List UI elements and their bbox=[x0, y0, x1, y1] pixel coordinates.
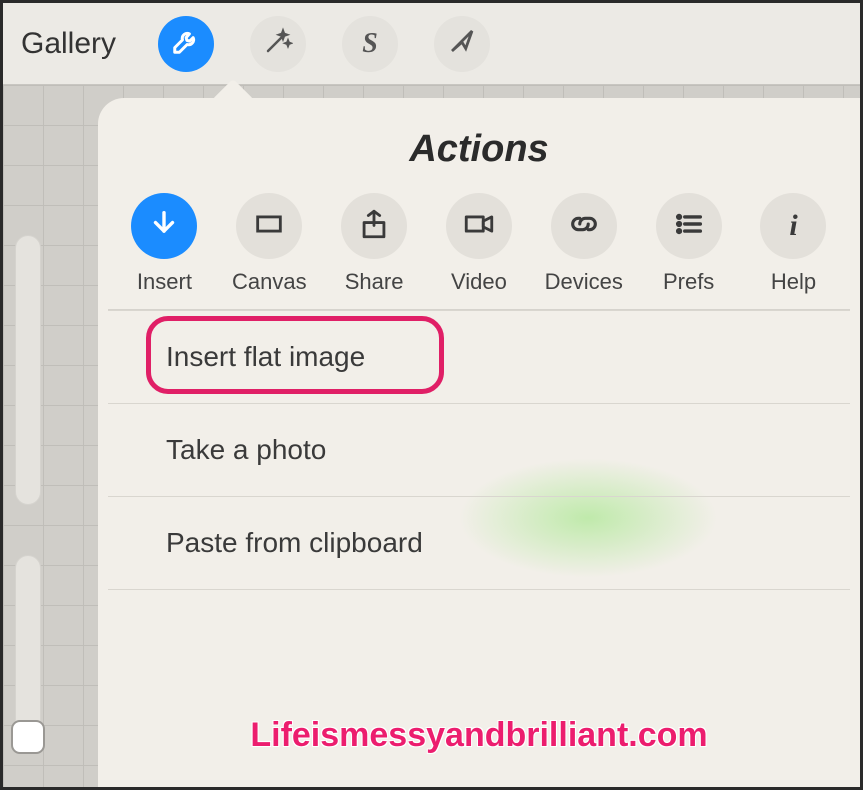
selection-tool-button[interactable]: S bbox=[342, 16, 398, 72]
tab-label: Insert bbox=[137, 269, 192, 295]
actions-popover: Actions Insert Canvas bbox=[98, 98, 860, 787]
link-icon bbox=[567, 207, 601, 246]
tab-label: Devices bbox=[545, 269, 623, 295]
tab-label: Video bbox=[451, 269, 507, 295]
brush-size-slider[interactable] bbox=[15, 235, 41, 505]
menu-insert-flat-image[interactable]: Insert flat image bbox=[108, 310, 850, 404]
menu-paste-from-clipboard[interactable]: Paste from clipboard bbox=[108, 497, 850, 590]
popover-title: Actions bbox=[108, 128, 850, 171]
tab-devices[interactable]: Devices bbox=[537, 193, 631, 295]
tab-help[interactable]: i Help bbox=[746, 193, 840, 295]
slider-thumb[interactable] bbox=[11, 720, 45, 754]
transform-tool-button[interactable] bbox=[434, 16, 490, 72]
actions-tab-row: Insert Canvas Share bbox=[108, 189, 850, 310]
tab-label: Share bbox=[345, 269, 404, 295]
actions-tool-button[interactable] bbox=[158, 16, 214, 72]
wrench-icon bbox=[171, 26, 201, 61]
tab-share[interactable]: Share bbox=[327, 193, 421, 295]
opacity-slider[interactable] bbox=[15, 555, 41, 735]
top-toolbar: Gallery S bbox=[3, 3, 860, 85]
share-icon bbox=[357, 207, 391, 246]
tab-video[interactable]: Video bbox=[432, 193, 526, 295]
list-icon bbox=[672, 207, 706, 246]
watermark-text: Lifeismessyandbrilliant.com bbox=[98, 716, 860, 755]
menu-take-a-photo[interactable]: Take a photo bbox=[108, 404, 850, 497]
tab-insert[interactable]: Insert bbox=[117, 193, 211, 295]
magic-wand-icon bbox=[263, 26, 293, 61]
info-i-icon: i bbox=[789, 209, 797, 243]
video-camera-icon bbox=[462, 207, 496, 246]
gallery-button[interactable]: Gallery bbox=[21, 27, 116, 61]
tab-label: Canvas bbox=[232, 269, 307, 295]
insert-menu-list: Insert flat image Take a photo Paste fro… bbox=[108, 310, 850, 590]
tab-label: Prefs bbox=[663, 269, 714, 295]
download-arrow-icon bbox=[147, 207, 181, 246]
selection-s-icon: S bbox=[362, 28, 378, 60]
tab-label: Help bbox=[771, 269, 816, 295]
rectangle-icon bbox=[252, 207, 286, 246]
adjustments-tool-button[interactable] bbox=[250, 16, 306, 72]
tab-canvas[interactable]: Canvas bbox=[222, 193, 316, 295]
arrow-cursor-icon bbox=[447, 26, 477, 61]
tab-prefs[interactable]: Prefs bbox=[642, 193, 736, 295]
